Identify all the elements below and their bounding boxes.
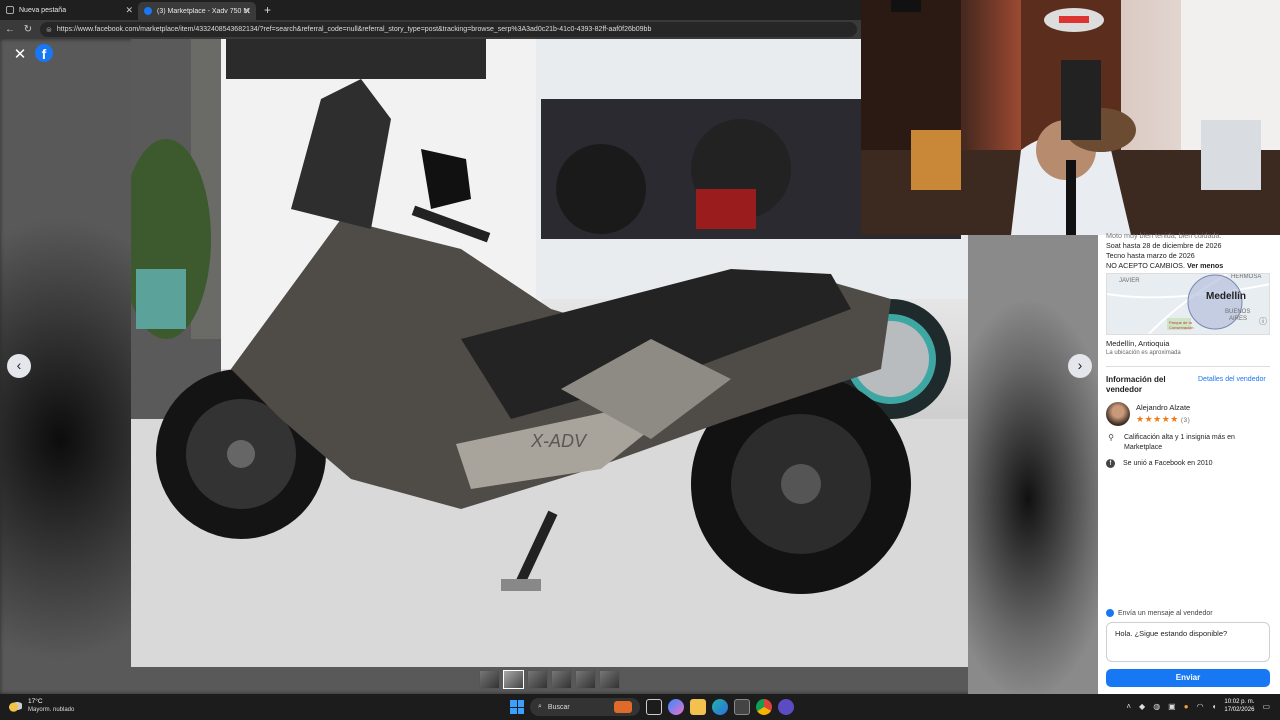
map-city-label: Medellín: [1206, 291, 1247, 302]
taskbar-apps: ⌕ Buscar: [510, 698, 794, 716]
webcam-overlay: [861, 0, 1280, 235]
page-icon: [6, 6, 14, 14]
see-less-link[interactable]: Ver menos: [1187, 261, 1223, 270]
task-view-icon[interactable]: [646, 699, 662, 715]
listing-side-panel: Moto muy bien tenida, bien cuidada. Soat…: [1098, 231, 1280, 694]
star-icons: ★★★★★: [1136, 414, 1179, 424]
weather-temp: 17°C: [28, 698, 43, 705]
map-label: Parque de la Conservación: [1169, 320, 1194, 330]
seller-joined-text: Se unió a Facebook en 2010: [1123, 460, 1213, 467]
seller-badge-row: ⚲ Calificación alta y 1 insignia más en …: [1106, 433, 1266, 453]
divider: [1106, 366, 1270, 367]
photo-thumbnail[interactable]: [479, 670, 500, 689]
close-viewer-icon[interactable]: ✕: [10, 45, 30, 65]
photo-thumbnail-strip: [479, 670, 620, 689]
app-tray-icon[interactable]: ▣: [1168, 702, 1176, 711]
location-text: Medellín, Antioquia: [1106, 339, 1170, 348]
windows-start-icon[interactable]: [510, 700, 524, 714]
weather-widget[interactable]: 17°C Mayorm. nublado: [8, 698, 74, 714]
weather-desc: Mayorm. nublado: [28, 707, 75, 713]
listing-description: Moto muy bien tenida, bien cuidada. Soat…: [1098, 231, 1231, 271]
facebook-icon: [144, 7, 152, 15]
description-line: Tecno hasta marzo de 2026: [1106, 251, 1195, 260]
site-info-icon[interactable]: ⊜: [46, 26, 52, 34]
weather-icon: [8, 700, 22, 712]
clock[interactable]: 10:02 p. m. 17/02/2026: [1224, 698, 1254, 714]
search-highlight-icon: [614, 701, 632, 713]
network-icon[interactable]: ◍: [1153, 702, 1160, 711]
messenger-icon: [1106, 609, 1114, 617]
browser-tab-bar: Nueva pestaña ✕ (3) Marketplace - Xadv 7…: [0, 0, 861, 20]
url-input[interactable]: ⊜ https://www.facebook.com/marketplace/i…: [40, 22, 857, 37]
taskbar-search[interactable]: ⌕ Buscar: [530, 698, 640, 716]
photo-thumbnail[interactable]: [527, 670, 548, 689]
wifi-icon[interactable]: ◠: [1197, 702, 1204, 711]
url-text: https://www.facebook.com/marketplace/ite…: [56, 26, 652, 33]
seller-rating: ★★★★★ (3): [1136, 414, 1190, 425]
dropbox-icon[interactable]: ◆: [1139, 702, 1145, 711]
seller-joined-row: f Se unió a Facebook en 2010: [1106, 459, 1213, 469]
tab-title: Nueva pestaña: [19, 6, 67, 14]
facebook-icon: f: [1106, 459, 1115, 468]
listing-photo: X-ADV: [131, 39, 968, 667]
map-label: HERMOSA: [1231, 274, 1262, 280]
message-seller-label: Envía un mensaje al vendedor: [1106, 609, 1213, 617]
next-photo-button[interactable]: ›: [1068, 354, 1092, 378]
photo-thumbnail[interactable]: [551, 670, 572, 689]
photo-thumbnail[interactable]: [503, 670, 524, 689]
message-label-text: Envía un mensaje al vendedor: [1118, 609, 1213, 617]
notification-icon[interactable]: ▭: [1262, 702, 1270, 711]
svg-text:X-ADV: X-ADV: [530, 431, 588, 451]
description-line: Moto muy bien tenida, bien cuidada.: [1106, 231, 1222, 240]
photo-thumbnail[interactable]: [599, 670, 620, 689]
close-icon[interactable]: ✕: [243, 6, 251, 17]
map-label: AIRES: [1229, 316, 1248, 322]
map-label: BUENOS: [1225, 309, 1251, 315]
clock-date: 17/02/2026: [1224, 707, 1255, 713]
location-map[interactable]: JAVIER HERMOSA BUENOS AIRES Parque de la…: [1106, 273, 1270, 335]
seller-details-link[interactable]: Detalles del vendedor: [1198, 376, 1266, 383]
seller-section-title: Información del vendedor: [1106, 375, 1166, 394]
previous-photo-button[interactable]: ‹: [7, 354, 31, 378]
system-tray: ˄ ◆ ◍ ▣ ● ◠ ◖ 10:02 p. m. 17/02/2026 ▭: [1126, 698, 1270, 714]
volume-icon[interactable]: ◖: [1212, 702, 1217, 711]
search-icon: ⌕: [538, 703, 542, 710]
description-line: Soat hasta 28 de diciembre de 2026: [1106, 241, 1222, 250]
photo-thumbnail[interactable]: [575, 670, 596, 689]
seller-avatar[interactable]: [1106, 402, 1130, 426]
rating-count: (3): [1180, 417, 1191, 424]
description-line: NO ACEPTO CAMBIOS.: [1106, 261, 1185, 270]
app-icon[interactable]: [778, 699, 794, 715]
webcam-image: [861, 0, 1280, 235]
store-icon[interactable]: [734, 699, 750, 715]
reload-icon[interactable]: ↻: [22, 24, 34, 35]
map-label: JAVIER: [1119, 278, 1140, 284]
windows-taskbar: 17°C Mayorm. nublado ⌕ Buscar ˄ ◆ ◍ ▣ ● …: [0, 694, 1280, 720]
address-bar-row: ← ↻ ⊜ https://www.facebook.com/marketpla…: [0, 20, 861, 39]
chevron-up-icon[interactable]: ˄: [1126, 702, 1131, 711]
new-tab-button[interactable]: +: [264, 3, 271, 17]
search-label: Buscar: [547, 703, 570, 711]
copilot-icon[interactable]: [668, 699, 684, 715]
seller-name[interactable]: Alejandro Alzate: [1136, 403, 1190, 412]
microphone-icon[interactable]: ●: [1184, 702, 1189, 711]
message-input[interactable]: Hola. ¿Sigue estando disponible?: [1106, 622, 1270, 662]
file-explorer-icon[interactable]: [690, 699, 706, 715]
tab-marketplace[interactable]: (3) Marketplace - Xadv 750 Mode... ✕: [138, 2, 256, 20]
info-icon[interactable]: ⓘ: [1259, 316, 1267, 327]
tab-new-tab[interactable]: Nueva pestaña ✕: [0, 0, 138, 20]
motorcycle-image: X-ADV: [131, 39, 968, 667]
facebook-logo-icon[interactable]: f: [35, 44, 53, 62]
badge-icon: ⚲: [1108, 433, 1114, 442]
back-icon[interactable]: ←: [4, 24, 16, 35]
close-icon[interactable]: ✕: [125, 5, 133, 16]
tab-title: (3) Marketplace - Xadv 750 Mode...: [157, 7, 249, 15]
edge-icon[interactable]: [712, 699, 728, 715]
clock-time: 10:02 p. m.: [1224, 699, 1255, 705]
location-note: La ubicación es aproximada: [1106, 350, 1181, 356]
send-button[interactable]: Enviar: [1106, 669, 1270, 687]
chrome-icon[interactable]: [756, 699, 772, 715]
seller-badge-text: Calificación alta y 1 insignia más en Ma…: [1124, 434, 1235, 451]
